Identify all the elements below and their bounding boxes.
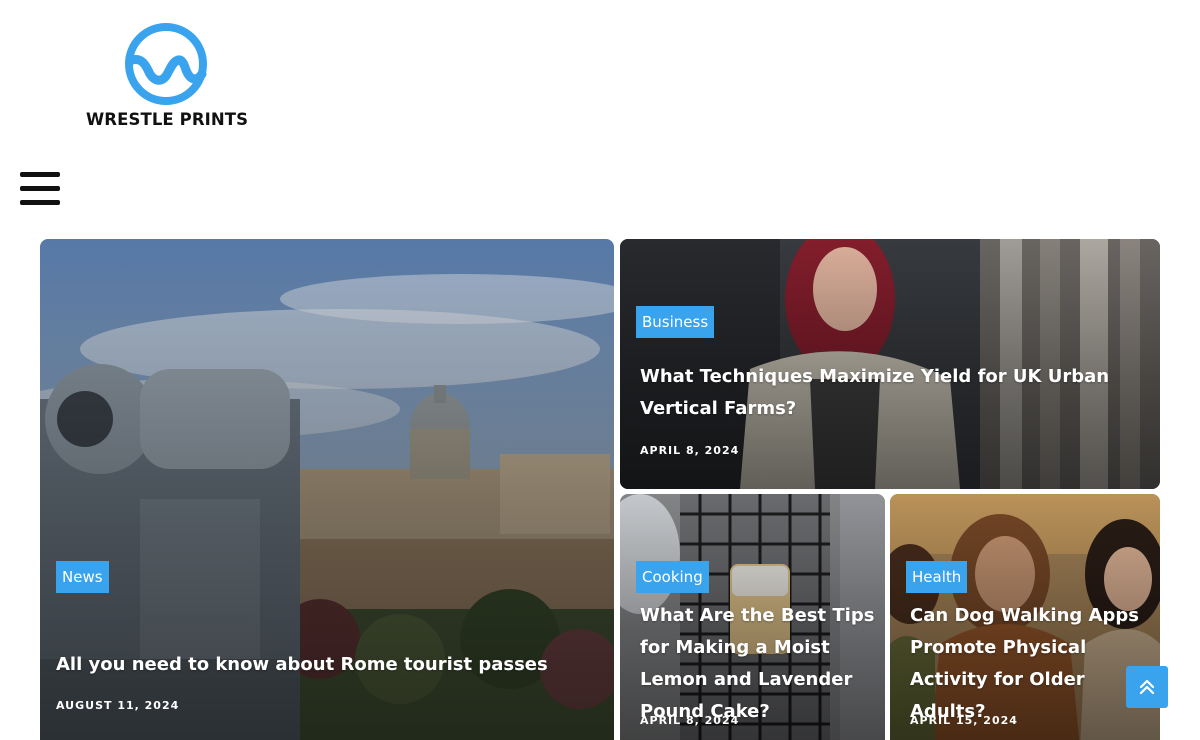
- double-chevron-up-icon: [1139, 679, 1155, 695]
- featured-post-cooking[interactable]: Cooking What Are the Best Tips for Makin…: [620, 494, 885, 740]
- post-title-business[interactable]: What Techniques Maximize Yield for UK Ur…: [640, 361, 1144, 425]
- logo-mark-icon: [125, 23, 207, 105]
- featured-post-date: AUGUST 11, 2024: [56, 699, 180, 712]
- featured-post-title[interactable]: All you need to know about Rome tourist …: [56, 649, 598, 681]
- post-date-business: APRIL 8, 2024: [640, 444, 740, 457]
- post-date-cooking: APRIL 8, 2024: [640, 714, 740, 727]
- post-title-cooking[interactable]: What Are the Best Tips for Making a Mois…: [640, 600, 885, 728]
- site-logo[interactable]: WRESTLE PRINTS: [86, 22, 249, 129]
- category-badge-business[interactable]: Business: [636, 306, 715, 338]
- category-badge-health[interactable]: Health: [906, 561, 968, 593]
- scroll-to-top-button[interactable]: [1126, 666, 1168, 708]
- featured-post-business[interactable]: Business What Techniques Maximize Yield …: [620, 239, 1160, 489]
- post-title-health[interactable]: Can Dog Walking Apps Promote Physical Ac…: [910, 600, 1156, 728]
- category-badge-cooking[interactable]: Cooking: [636, 561, 709, 593]
- category-badge-news[interactable]: News: [56, 561, 109, 593]
- featured-post-health[interactable]: Health Can Dog Walking Apps Promote Phys…: [890, 494, 1160, 740]
- featured-post-main[interactable]: News All you need to know about Rome tou…: [40, 239, 614, 740]
- hamburger-menu-icon[interactable]: [20, 172, 60, 206]
- post-date-health: APRIL 15, 2024: [910, 714, 1018, 727]
- site-logo-text: WRESTLE PRINTS: [86, 110, 249, 129]
